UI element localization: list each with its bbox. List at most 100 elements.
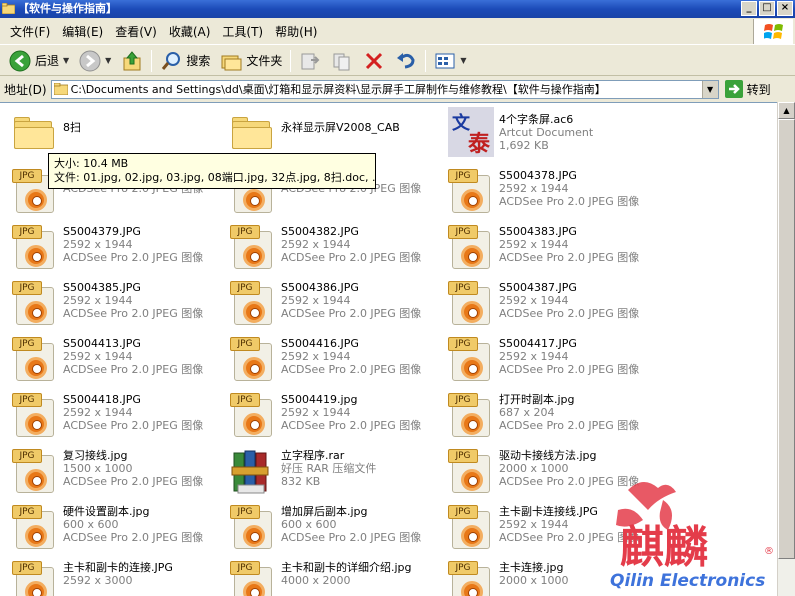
file-item[interactable]: JPG 硬件设置副本.jpg 600 x 600 ACDSee Pro 2.0 JPE… bbox=[4, 503, 214, 555]
file-type: ACDSee Pro 2.0 JPEG 图像 bbox=[63, 475, 204, 488]
windows-logo-icon bbox=[753, 19, 793, 44]
file-details: S5004386.JPG 2592 x 1944 ACDSee Pro 2.0 JP… bbox=[281, 281, 421, 320]
file-details: 4个字条屏.ac6 Artcut Document 1,692 KB bbox=[499, 113, 593, 152]
toolbar-divider bbox=[151, 49, 153, 72]
scroll-up-button[interactable]: ▲ bbox=[778, 102, 795, 119]
up-folder-button[interactable] bbox=[116, 48, 148, 74]
file-item[interactable]: JPG 复习接线.jpg 1500 x 1000 ACDSee Pro 2.0 JPE… bbox=[4, 447, 214, 499]
jpg-file-icon: JPG bbox=[12, 337, 58, 383]
file-name: 驱动卡接线方法.jpg bbox=[499, 449, 597, 462]
file-item[interactable]: JPG 主卡和副卡的连接.JPG 2592 x 3000 bbox=[4, 559, 214, 596]
menu-tools[interactable]: 工具(T) bbox=[216, 23, 269, 40]
close-button[interactable]: × bbox=[777, 1, 793, 16]
svg-text:泰: 泰 bbox=[467, 131, 491, 157]
address-input[interactable]: C:\Documents and Settings\dd\桌面\灯箱和显示屏资料… bbox=[50, 79, 719, 99]
file-type: ACDSee Pro 2.0 JPEG 图像 bbox=[499, 363, 640, 376]
file-info: 2592 x 1944 bbox=[63, 294, 133, 307]
file-info: 687 x 204 bbox=[499, 406, 555, 419]
address-dropdown-button[interactable]: ▼ bbox=[701, 80, 718, 98]
jpg-file-icon: JPG bbox=[12, 225, 58, 271]
menu-favorites[interactable]: 收藏(A) bbox=[163, 23, 217, 40]
file-item[interactable]: JPG S5004419.jpg 2592 x 1944 ACDSee Pro 2.0… bbox=[222, 391, 432, 443]
move-to-icon bbox=[301, 53, 320, 69]
copy-to-button[interactable] bbox=[326, 48, 358, 74]
file-item[interactable]: JPG S5004385.JPG 2592 x 1944 ACDSee Pro 2.0… bbox=[4, 279, 214, 331]
file-name: 硬件设置副本.jpg bbox=[63, 505, 150, 518]
search-icon bbox=[162, 51, 181, 70]
jpg-file-icon: JPG bbox=[230, 337, 276, 383]
jpg-file-icon: JPG bbox=[448, 449, 494, 495]
forward-button[interactable]: ▼ bbox=[74, 48, 116, 74]
file-info: 2592 x 1944 bbox=[499, 182, 569, 195]
undo-button[interactable] bbox=[390, 48, 422, 74]
maximize-button[interactable]: □ bbox=[759, 1, 775, 16]
jpg-file-icon: JPG bbox=[230, 505, 276, 551]
file-name: S5004413.JPG bbox=[63, 337, 141, 350]
file-type: ACDSee Pro 2.0 JPEG 图像 bbox=[281, 251, 422, 264]
file-info: 2592 x 1944 bbox=[281, 350, 351, 363]
file-name: S5004379.JPG bbox=[63, 225, 141, 238]
file-type: ACDSee Pro 2.0 JPEG 图像 bbox=[281, 531, 422, 544]
file-item[interactable]: JPG S5004378.JPG 2592 x 1944 ACDSee Pro 2.0… bbox=[440, 167, 650, 219]
file-type: ACDSee Pro 2.0 JPEG 图像 bbox=[63, 251, 204, 264]
file-item[interactable]: JPG S5004383.JPG 2592 x 1944 ACDSee Pro 2.0… bbox=[440, 223, 650, 275]
file-details: S5004385.JPG 2592 x 1944 ACDSee Pro 2.0 JP… bbox=[63, 281, 203, 320]
file-item[interactable]: 文泰 4个字条屏.ac6 Artcut Document 1,692 KB bbox=[440, 107, 650, 163]
file-item[interactable]: 立字程序.rar 好压 RAR 压缩文件 832 KB bbox=[222, 447, 432, 499]
search-button[interactable]: 搜索 bbox=[155, 48, 215, 74]
menu-edit[interactable]: 编辑(E) bbox=[56, 23, 109, 40]
file-name: 4个字条屏.ac6 bbox=[499, 113, 574, 126]
jpg-file-icon: JPG bbox=[448, 561, 494, 596]
file-item[interactable]: JPG 主卡连接.jpg 2000 x 1000 bbox=[440, 559, 650, 596]
chevron-down-icon[interactable]: ▼ bbox=[63, 56, 69, 65]
menu-view[interactable]: 查看(V) bbox=[109, 23, 163, 40]
vertical-scrollbar[interactable]: ▲ bbox=[777, 102, 795, 596]
file-details: S5004383.JPG 2592 x 1944 ACDSee Pro 2.0 JP… bbox=[499, 225, 639, 264]
file-item[interactable]: JPG S5004387.JPG 2592 x 1944 ACDSee Pro 2.0… bbox=[440, 279, 650, 331]
file-item[interactable]: JPG S5004386.JPG 2592 x 1944 ACDSee Pro 2.0… bbox=[222, 279, 432, 331]
file-name: 主卡副卡连接线.JPG bbox=[499, 505, 598, 518]
address-bar: 地址(D) C:\Documents and Settings\dd\桌面\灯箱… bbox=[0, 77, 795, 101]
file-details: S5004416.JPG 2592 x 1944 ACDSee Pro 2.0 JP… bbox=[281, 337, 421, 376]
file-item[interactable]: JPG 主卡副卡连接线.JPG 2592 x 1944 ACDSee Pro 2.0 … bbox=[440, 503, 650, 555]
file-item[interactable]: JPG S5004416.JPG 2592 x 1944 ACDSee Pro 2.0… bbox=[222, 335, 432, 387]
file-name: 增加屏后副本.jpg bbox=[281, 505, 368, 518]
menu-help[interactable]: 帮助(H) bbox=[269, 23, 323, 40]
jpg-file-icon: JPG bbox=[12, 505, 58, 551]
toolbar-divider bbox=[425, 49, 427, 72]
move-to-button[interactable] bbox=[294, 48, 326, 74]
menu-file[interactable]: 文件(F) bbox=[4, 23, 56, 40]
go-button[interactable]: 转到 bbox=[724, 80, 771, 98]
chevron-down-icon[interactable]: ▼ bbox=[460, 56, 466, 65]
tooltip-size: 大小: 10.4 MB bbox=[54, 157, 129, 170]
back-button[interactable]: 后退 ▼ bbox=[4, 48, 74, 74]
file-type: ACDSee Pro 2.0 JPEG 图像 bbox=[499, 307, 640, 320]
file-name: S5004417.JPG bbox=[499, 337, 577, 350]
file-info: 2592 x 1944 bbox=[499, 350, 569, 363]
address-path: C:\Documents and Settings\dd\桌面\灯箱和显示屏资料… bbox=[70, 83, 606, 96]
file-item[interactable]: JPG S5004379.JPG 2592 x 1944 ACDSee Pro 2.0… bbox=[4, 223, 214, 275]
file-details: 立字程序.rar 好压 RAR 压缩文件 832 KB bbox=[281, 449, 376, 488]
file-item[interactable]: JPG S5004417.JPG 2592 x 1944 ACDSee Pro 2.0… bbox=[440, 335, 650, 387]
file-item[interactable]: JPG 主卡和副卡的详细介绍.jpg 4000 x 2000 bbox=[222, 559, 432, 596]
scroll-thumb[interactable] bbox=[778, 119, 795, 559]
file-info: 2000 x 1000 bbox=[499, 574, 569, 587]
folders-button[interactable]: 文件夹 bbox=[215, 48, 287, 74]
file-item[interactable]: JPG S5004413.JPG 2592 x 1944 ACDSee Pro 2.0… bbox=[4, 335, 214, 387]
file-name: S5004383.JPG bbox=[499, 225, 577, 238]
file-info: 1500 x 1000 bbox=[63, 462, 133, 475]
delete-button[interactable] bbox=[358, 48, 390, 74]
tooltip-files: 文件: 01.jpg, 02.jpg, 03.jpg, 08端口.jpg, 32… bbox=[54, 171, 376, 184]
file-item[interactable]: JPG S5004418.JPG 2592 x 1944 ACDSee Pro 2.0… bbox=[4, 391, 214, 443]
folder-icon bbox=[53, 83, 68, 95]
file-details: S5004417.JPG 2592 x 1944 ACDSee Pro 2.0 JP… bbox=[499, 337, 639, 376]
folders-icon bbox=[221, 55, 242, 70]
file-name: 8扫 bbox=[63, 121, 81, 134]
views-button[interactable]: ▼ bbox=[429, 48, 471, 74]
file-item[interactable]: JPG 驱动卡接线方法.jpg 2000 x 1000 ACDSee Pro 2.0 … bbox=[440, 447, 650, 499]
file-item[interactable]: JPG 打开时副本.jpg 687 x 204 ACDSee Pro 2.0 JPEG… bbox=[440, 391, 650, 443]
file-item[interactable]: JPG S5004382.JPG 2592 x 1944 ACDSee Pro 2.0… bbox=[222, 223, 432, 275]
minimize-button[interactable]: _ bbox=[741, 1, 757, 16]
chevron-down-icon[interactable]: ▼ bbox=[105, 56, 111, 65]
file-item[interactable]: JPG 增加屏后副本.jpg 600 x 600 ACDSee Pro 2.0 JPE… bbox=[222, 503, 432, 555]
